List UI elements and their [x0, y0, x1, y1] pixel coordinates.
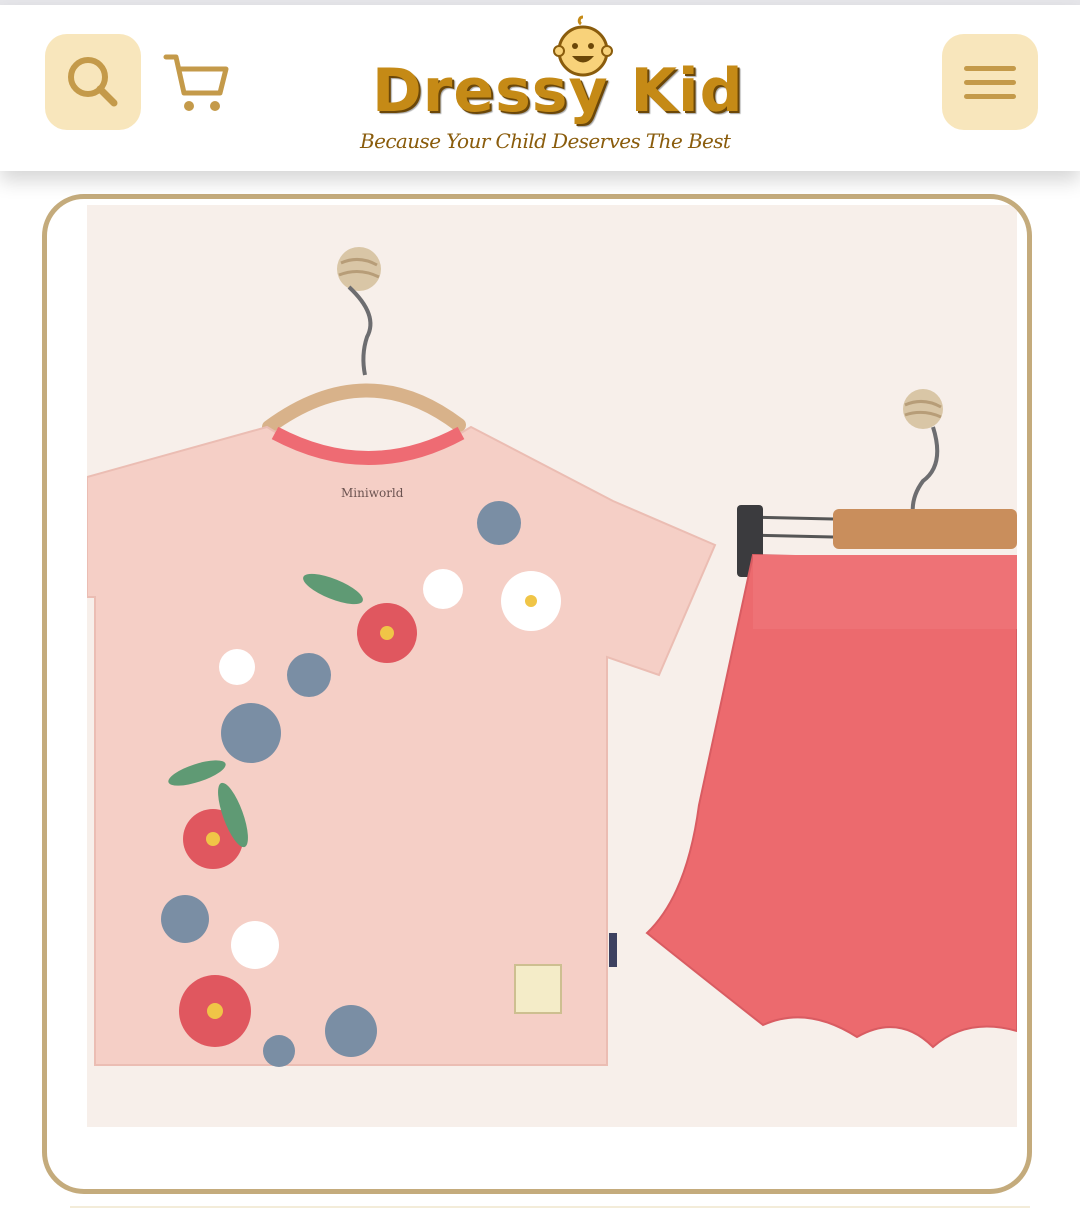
- hamburger-menu-icon: [964, 66, 1016, 99]
- brand-name: Dressy Kid: [372, 56, 744, 126]
- menu-button[interactable]: [942, 34, 1038, 130]
- site-header: Dressy Kid Because Your Child Deserves T…: [0, 5, 1080, 171]
- cart-button[interactable]: [162, 49, 234, 121]
- product-image[interactable]: Miniworld: [87, 205, 1017, 1127]
- brand-tagline: Because Your Child Deserves The Best: [360, 129, 731, 153]
- cart-icon: [163, 54, 229, 111]
- brand-logo[interactable]: Dressy Kid Because Your Child Deserves T…: [360, 11, 744, 161]
- hanger-knob-icon: [337, 247, 381, 291]
- bottom-divider: [70, 1206, 1030, 1208]
- shirt-brand-label: Miniworld: [341, 486, 404, 500]
- hanger-knob-icon: [903, 389, 943, 429]
- search-icon: [68, 57, 118, 107]
- search-button[interactable]: [45, 34, 141, 130]
- product-card[interactable]: Miniworld: [42, 194, 1032, 1194]
